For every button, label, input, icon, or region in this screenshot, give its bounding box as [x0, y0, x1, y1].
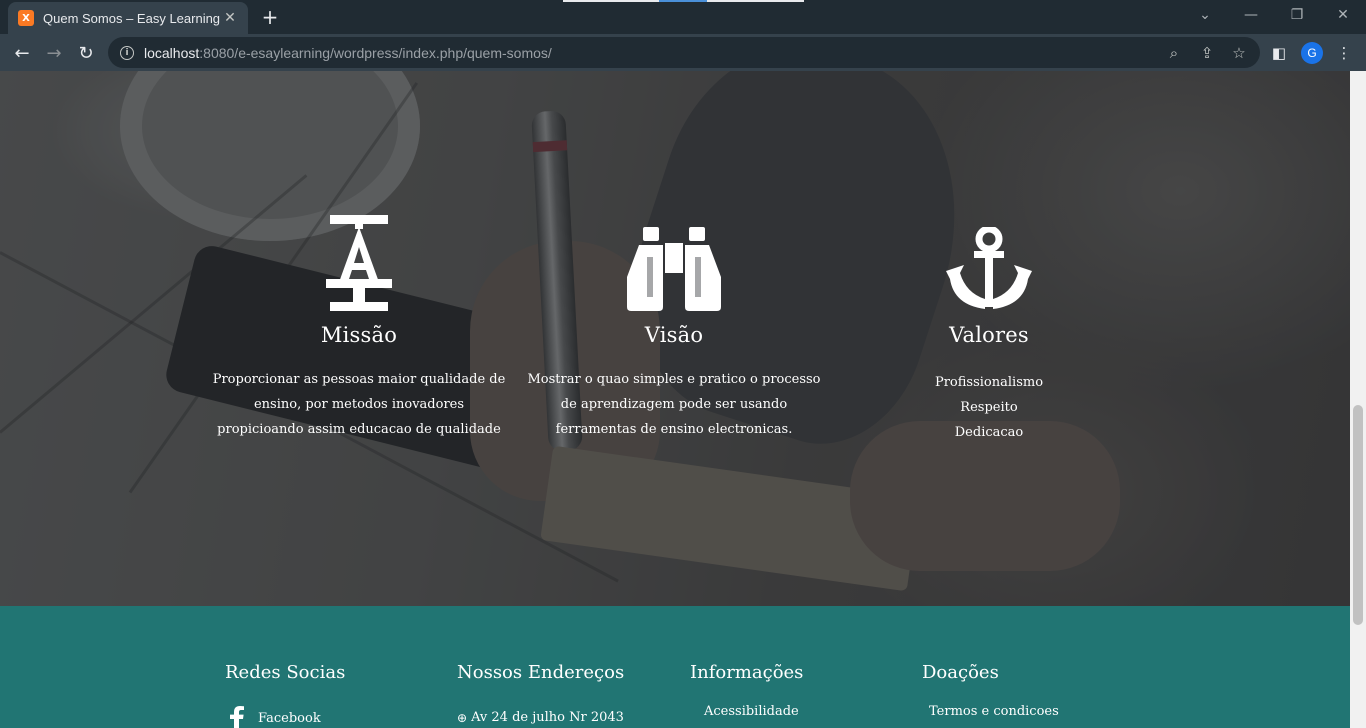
forward-button[interactable]: →: [41, 40, 67, 66]
feature-valores: Valores Profissionalismo Respeito Dedica…: [839, 211, 1139, 445]
feature-title: Missão: [320, 323, 398, 347]
footer-col-title: Nossos Endereços: [457, 662, 625, 683]
address-bar[interactable]: i localhost:8080/e-esaylearning/wordpres…: [108, 37, 1260, 68]
tab-title: Quem Somos – Easy Learning: [43, 10, 221, 26]
url-text[interactable]: localhost:8080/e-esaylearning/wordpress/…: [144, 45, 552, 61]
browser-tab-strip: X Quem Somos – Easy Learning ✕ + ⌄ — ❐ ✕: [0, 0, 1366, 34]
side-panel-icon[interactable]: ◧: [1268, 42, 1290, 64]
footer-col-info: Informações: [690, 662, 803, 683]
anchor-icon: [839, 211, 1139, 311]
footer-col-title: Informações: [690, 662, 804, 683]
page-viewport: Missão Proporcionar as pessoas maior qua…: [0, 71, 1350, 728]
window-close-button[interactable]: ✕: [1320, 0, 1366, 30]
restore-button[interactable]: ❐: [1274, 0, 1320, 30]
profile-avatar[interactable]: G: [1301, 42, 1323, 64]
caliper-icon: [209, 211, 509, 311]
bookmark-star-icon[interactable]: ☆: [1229, 43, 1249, 63]
feature-text: Mostrar o quao simples e pratico o proce…: [527, 372, 821, 437]
feature-visao: Visão Mostrar o quao simples e pratico o…: [524, 211, 824, 442]
menu-kebab-icon[interactable]: ⋮: [1333, 42, 1355, 64]
site-info-icon[interactable]: i: [120, 45, 134, 60]
close-tab-icon[interactable]: ✕: [222, 10, 238, 26]
tab-indicator-strip: [563, 0, 659, 2]
new-tab-button[interactable]: +: [258, 5, 282, 29]
globe-icon: ⊕: [457, 710, 468, 725]
page-scrollbar[interactable]: [1350, 71, 1366, 728]
browser-tab[interactable]: X Quem Somos – Easy Learning ✕: [8, 2, 248, 34]
feature-missao: Missão Proporcionar as pessoas maior qua…: [209, 211, 509, 442]
browser-toolbar: ← → ↻ i localhost:8080/e-esaylearning/wo…: [0, 34, 1366, 71]
facebook-icon: [230, 706, 244, 728]
zoom-icon[interactable]: ⌕: [1164, 43, 1184, 63]
feature-text: Proporcionar as pessoas maior qualidade …: [212, 372, 506, 437]
terms-link[interactable]: Termos e condicoes: [929, 704, 1059, 719]
about-hero-section: Missão Proporcionar as pessoas maior qua…: [0, 71, 1350, 606]
value-item: Profissionalismo: [934, 375, 1044, 390]
footer-col-title: Redes Socias: [225, 662, 346, 683]
footer-col-title: Doações: [922, 662, 999, 683]
values-list: Profissionalismo Respeito Dedicacao: [839, 370, 1139, 445]
address-item: ⊕ Av 24 de julho Nr 2043: [457, 710, 624, 725]
reload-button[interactable]: ↻: [73, 40, 99, 66]
accessibility-link[interactable]: Acessibilidade: [704, 704, 799, 719]
footer-col-social: Redes Socias: [225, 662, 345, 683]
scrollbar-thumb[interactable]: [1353, 405, 1363, 625]
value-item: Dedicacao: [954, 425, 1024, 440]
site-footer: Redes Socias Facebook Nossos Endereços ⊕…: [0, 606, 1350, 728]
footer-col-donations: Doações: [922, 662, 999, 683]
feature-title: Visão: [644, 323, 704, 347]
footer-col-address: Nossos Endereços: [457, 662, 624, 683]
tab-indicator-strip: [707, 0, 804, 2]
facebook-link[interactable]: Facebook: [230, 706, 321, 728]
feature-title: Valores: [949, 323, 1029, 347]
xampp-favicon-icon: X: [18, 10, 34, 26]
back-button[interactable]: ←: [9, 40, 35, 66]
tab-search-icon[interactable]: ⌄: [1182, 0, 1228, 30]
tab-indicator-strip-active: [659, 0, 707, 2]
share-icon[interactable]: ⇪: [1197, 43, 1217, 63]
binoculars-icon: [524, 211, 824, 311]
value-item: Respeito: [960, 400, 1018, 415]
minimize-button[interactable]: —: [1228, 0, 1274, 30]
